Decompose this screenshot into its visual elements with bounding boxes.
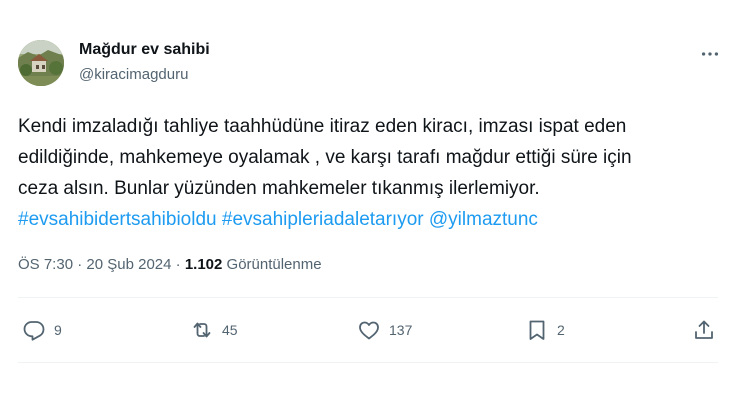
avatar[interactable]	[18, 40, 64, 86]
reply-button[interactable]: 9	[22, 315, 62, 345]
share-icon	[695, 320, 713, 339]
views-count: 1.102	[184, 256, 223, 273]
share-button[interactable]	[692, 315, 716, 345]
reply-count: 9	[54, 322, 62, 338]
like-button[interactable]: 137	[357, 315, 412, 345]
meta-separator: ·	[73, 256, 87, 273]
divider	[18, 297, 718, 298]
author-handle[interactable]: @kiracimagduru	[79, 66, 188, 83]
like-count: 137	[389, 322, 413, 338]
more-options-button[interactable]	[696, 44, 724, 64]
tweet-text-line: edildiğinde, mahkemeye oyalamak , ve kar…	[18, 147, 632, 168]
bookmark-icon	[529, 320, 545, 340]
mention-link[interactable]: @yilmaztunc	[429, 209, 538, 230]
divider	[18, 362, 718, 363]
tweet-text: Kendi imzaladığı tahliye taahhüdüne itir…	[18, 111, 718, 235]
author-name[interactable]: Mağdur ev sahibi	[79, 41, 210, 59]
bookmark-count: 2	[557, 322, 565, 338]
repost-count: 45	[222, 322, 238, 338]
tweet-time[interactable]: ÖS 7:30	[18, 256, 73, 273]
repost-icon	[193, 322, 211, 338]
repost-button[interactable]: 45	[190, 315, 238, 345]
tweet-text-line: ceza alsın. Bunlar yüzünden mahkemeler t…	[18, 178, 540, 199]
avatar-image	[18, 40, 64, 86]
views-label: Görüntülenme	[222, 256, 322, 273]
tweet-meta: ÖS 7:30 · 20 Şub 2024 · 1.102 Görüntülen…	[18, 256, 322, 273]
heart-icon	[359, 321, 379, 340]
meta-separator: ·	[171, 256, 185, 273]
more-horizontal-icon	[701, 52, 719, 56]
tweet-text-line: Kendi imzaladığı tahliye taahhüdüne itir…	[18, 116, 627, 137]
tweet-card: Mağdur ev sahibi @kiracimagduru Kendi im…	[0, 0, 730, 420]
tweet-tags-line: #evsahibidertsahibioldu #evsahipleriadal…	[18, 204, 718, 235]
bookmark-button[interactable]: 2	[525, 315, 565, 345]
hashtag-link[interactable]: #evsahipleriadaletarıyor	[222, 209, 424, 230]
reply-icon	[23, 321, 45, 341]
tweet-date[interactable]: 20 Şub 2024	[86, 256, 171, 273]
hashtag-link[interactable]: #evsahibidertsahibioldu	[18, 209, 217, 230]
